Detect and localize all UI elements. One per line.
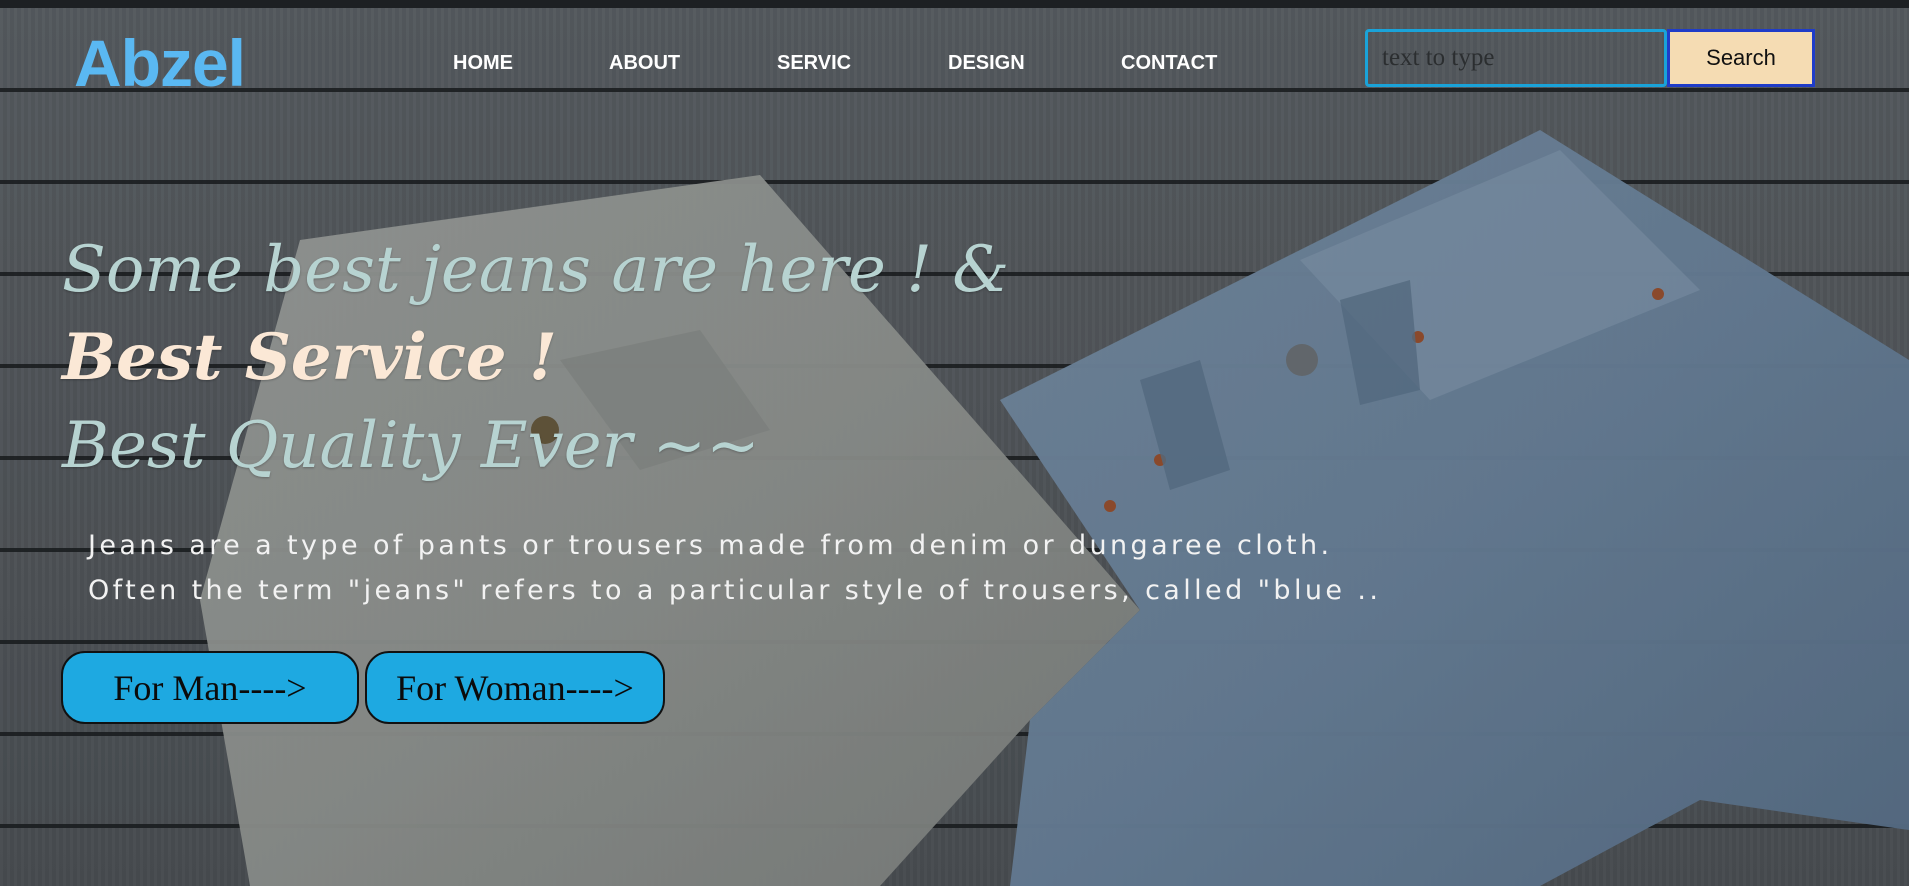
nav-about[interactable]: ABOUT xyxy=(609,53,680,73)
navbar: Abzel HOME ABOUT SERVIC DESIGN CONTACT S… xyxy=(0,8,1909,108)
hero-description-line1: Jeans are a type of pants or trousers ma… xyxy=(88,530,1333,561)
nav-contact[interactable]: CONTACT xyxy=(1121,53,1217,73)
hero-headline-line3: Best Quality Ever ~~ xyxy=(62,409,760,483)
nav-services[interactable]: SERVIC xyxy=(777,53,851,73)
brand-logo[interactable]: Abzel xyxy=(74,30,246,96)
hero-headline-line2: Best Service ! xyxy=(62,320,557,395)
hero-headline-line1: Some best jeans are here ! & xyxy=(62,233,1010,307)
search-input[interactable] xyxy=(1365,29,1667,87)
landing-page: Abzel HOME ABOUT SERVIC DESIGN CONTACT S… xyxy=(0,0,1909,886)
for-woman-button[interactable]: For Woman----> xyxy=(365,651,665,724)
for-man-button[interactable]: For Man----> xyxy=(61,651,359,724)
search-button[interactable]: Search xyxy=(1667,29,1815,87)
nav-home[interactable]: HOME xyxy=(453,53,513,73)
nav-design[interactable]: DESIGN xyxy=(948,53,1025,73)
hero-description-line2: Often the term "jeans" refers to a parti… xyxy=(88,575,1382,606)
